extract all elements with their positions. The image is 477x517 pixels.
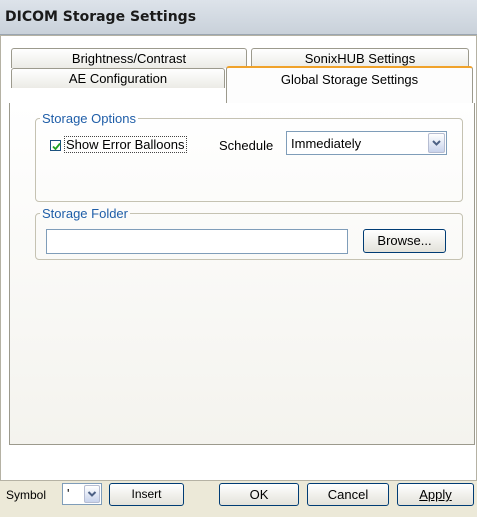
schedule-label: Schedule: [219, 138, 274, 153]
tab-label: Global Storage Settings: [280, 72, 419, 87]
title-bar: DICOM Storage Settings: [0, 0, 477, 35]
symbol-select[interactable]: ': [62, 483, 102, 505]
bottom-bar: Symbol ' Insert OK Cancel Apply: [0, 480, 477, 517]
ok-button[interactable]: OK: [219, 483, 299, 506]
tab-sonixhub-settings[interactable]: SonixHUB Settings: [251, 48, 469, 68]
chevron-down-icon[interactable]: [84, 485, 100, 503]
checkmark-icon: [52, 142, 61, 151]
chevron-down-icon[interactable]: [428, 133, 445, 153]
schedule-value: Immediately: [291, 136, 362, 151]
cancel-button[interactable]: Cancel: [307, 483, 389, 506]
insert-button[interactable]: Insert: [109, 483, 184, 506]
show-error-balloons-label[interactable]: Show Error Balloons: [64, 136, 187, 153]
cancel-button-label: Cancel: [327, 487, 369, 502]
symbol-label: Symbol: [6, 488, 47, 502]
browse-button[interactable]: Browse...: [363, 229, 446, 253]
storage-options-group: Storage Options: [35, 111, 463, 202]
storage-folder-path-input[interactable]: [46, 229, 348, 254]
ok-button-label: OK: [249, 487, 269, 502]
tab-global-storage-settings[interactable]: Global Storage Settings: [226, 66, 473, 103]
window-title: DICOM Storage Settings: [5, 9, 197, 25]
schedule-select[interactable]: Immediately: [286, 131, 447, 155]
tab-label: Brightness/Contrast: [71, 51, 187, 66]
tab-ae-configuration[interactable]: AE Configuration: [11, 68, 225, 88]
insert-button-label: Insert: [131, 487, 162, 501]
tab-label: SonixHUB Settings: [304, 51, 416, 66]
apply-button-label: Apply: [419, 487, 452, 502]
tab-panel: Storage Options Show Error Balloons Sche…: [9, 103, 475, 445]
show-error-balloons-checkbox[interactable]: [50, 140, 61, 151]
symbol-value: ': [67, 486, 70, 501]
storage-folder-legend: Storage Folder: [42, 206, 128, 221]
apply-button[interactable]: Apply: [397, 483, 474, 506]
storage-options-legend: Storage Options: [42, 111, 136, 126]
tab-brightness-contrast[interactable]: Brightness/Contrast: [11, 48, 247, 68]
tab-label: AE Configuration: [68, 71, 168, 86]
browse-button-label: Browse...: [377, 233, 432, 248]
